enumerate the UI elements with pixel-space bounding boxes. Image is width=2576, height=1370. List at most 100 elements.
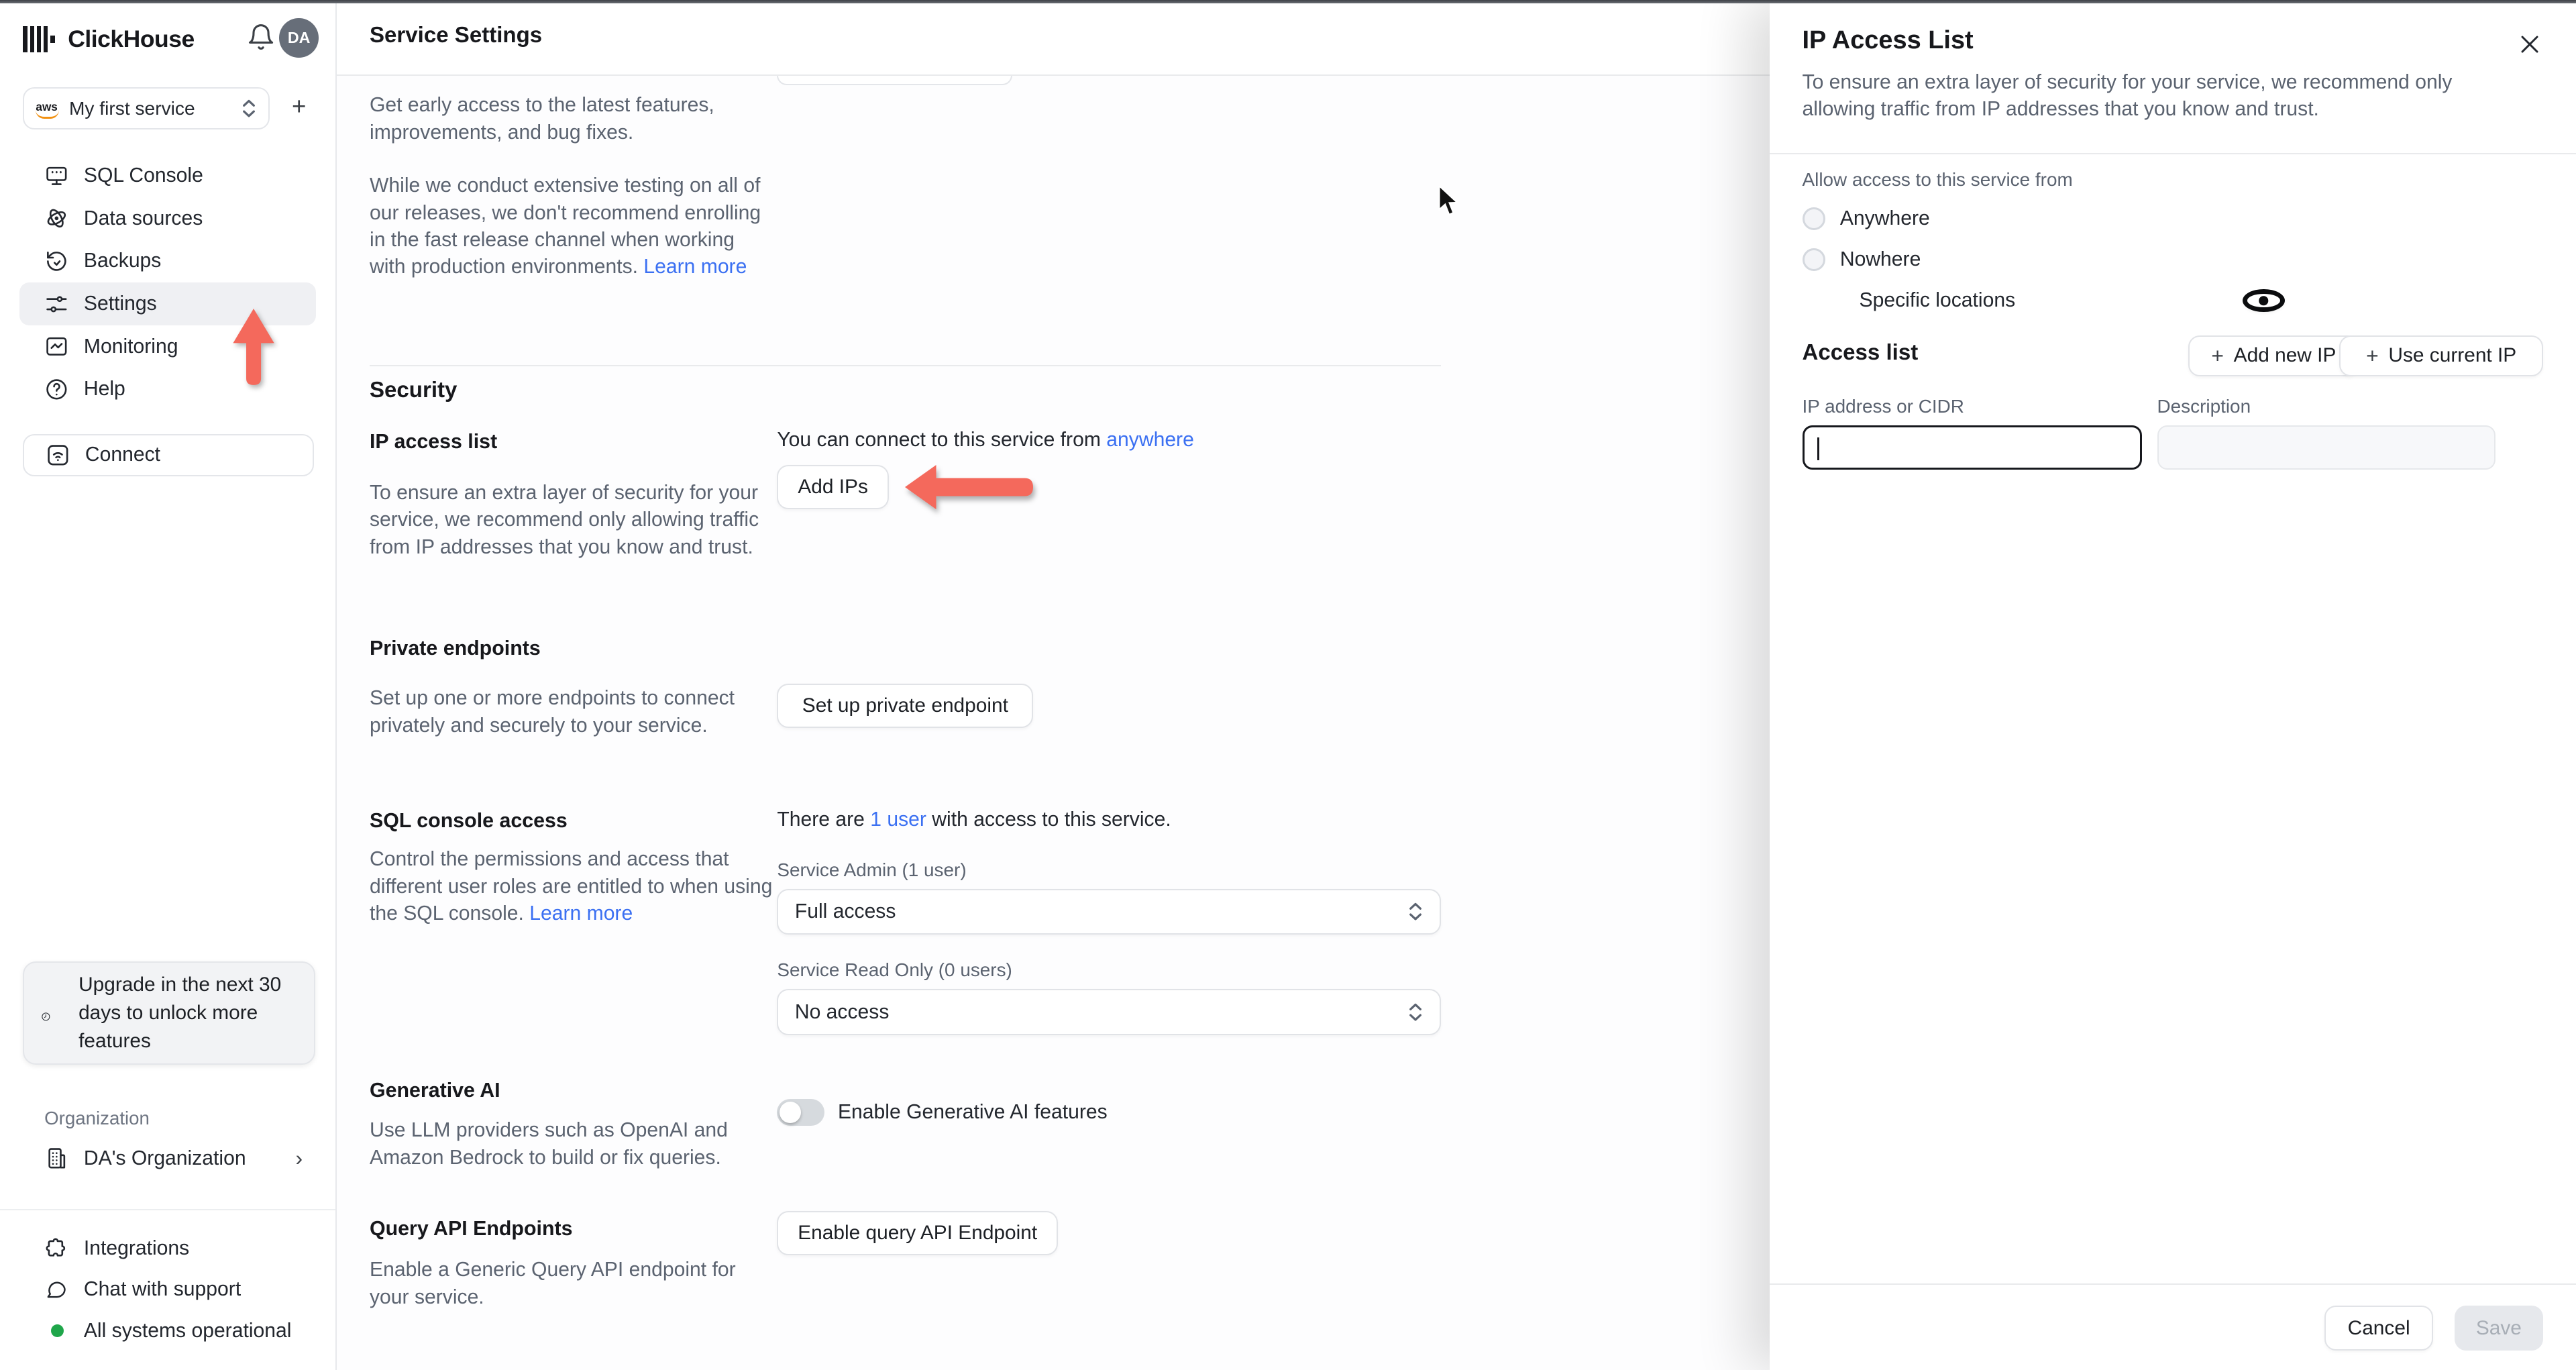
window-top-edge — [0, 0, 2576, 3]
generative-ai-toggle[interactable] — [777, 1099, 825, 1126]
use-current-ip-button[interactable]: + Use current IP — [2339, 335, 2544, 376]
service-readonly-select[interactable]: No access — [777, 989, 1441, 1035]
drawer-divider — [1769, 152, 2576, 154]
close-icon[interactable] — [2515, 30, 2544, 59]
connect-button[interactable]: Connect — [23, 433, 314, 477]
service-admin-label: Service Admin (1 user) — [777, 859, 967, 880]
ip-access-list-title: IP access list — [370, 430, 498, 453]
main-header: Service Settings — [337, 0, 1770, 76]
clickhouse-logo-icon — [23, 26, 55, 53]
service-settings-content: Get early access to the latest features,… — [337, 75, 1770, 1370]
sidebar-item-chat-support[interactable]: Chat with support — [19, 1269, 315, 1312]
chat-bubble-icon — [44, 1277, 69, 1302]
mouse-cursor — [1438, 185, 1459, 216]
radio-selected-icon — [2242, 289, 2285, 313]
one-user-link[interactable]: 1 user — [870, 808, 926, 831]
generative-ai-desc: Use LLM providers such as OpenAI and Ama… — [370, 1119, 728, 1169]
security-divider — [370, 364, 1441, 366]
sidebar-item-backups[interactable]: Backups — [19, 240, 315, 283]
fast-release-paragraph-2: While we conduct extensive testing on al… — [370, 174, 761, 278]
sidebar-item-system-status[interactable]: All systems operational — [19, 1310, 315, 1353]
service-selector[interactable]: aws My first service — [23, 87, 270, 130]
ip-access-list-desc: To ensure an extra layer of security for… — [370, 482, 759, 558]
chevron-updown-icon — [1408, 902, 1423, 921]
aws-provider-icon: aws — [36, 99, 60, 118]
generative-ai-title: Generative AI — [370, 1079, 500, 1102]
enable-query-api-button[interactable]: Enable query API Endpoint — [777, 1210, 1059, 1255]
radio-anywhere[interactable]: Anywhere — [1802, 202, 1930, 235]
connect-icon — [46, 443, 70, 468]
fast-release-learn-more-link[interactable]: Learn more — [643, 256, 747, 278]
private-endpoints-desc: Set up one or more endpoints to connect … — [370, 687, 735, 737]
settings-sliders-icon — [44, 292, 69, 317]
help-question-icon — [44, 377, 69, 402]
radio-nowhere[interactable]: Nowhere — [1802, 243, 1921, 276]
add-ips-button[interactable]: Add IPs — [777, 465, 889, 510]
security-section-title: Security — [370, 378, 458, 403]
upgrade-notice[interactable]: Upgrade in the next 30 days to unlock mo… — [23, 961, 316, 1065]
drawer-title: IP Access List — [1802, 26, 1974, 55]
backups-history-icon — [44, 249, 69, 274]
brand: ClickHouse — [23, 19, 195, 59]
organization-name: DA's Organization — [83, 1147, 246, 1169]
radio-circle-icon — [1802, 207, 1825, 230]
radio-specific-locations[interactable]: Specific locations — [1803, 284, 2285, 317]
access-list-title: Access list — [1802, 339, 1919, 365]
organization-row[interactable]: DA's Organization › — [19, 1137, 315, 1180]
clickhouse-console: ClickHouse DA aws My first service + SQL… — [0, 0, 2576, 1370]
sidebar-item-integrations[interactable]: Integrations — [19, 1227, 315, 1270]
organization-building-icon — [44, 1146, 69, 1171]
scrolled-select-partial[interactable] — [777, 75, 1012, 86]
connect-from-line: You can connect to this service from any… — [777, 429, 1194, 452]
cancel-button[interactable]: Cancel — [2324, 1306, 2433, 1351]
sql-console-icon — [44, 164, 69, 189]
ip-address-label: IP address or CIDR — [1802, 396, 1964, 417]
description-input[interactable] — [2157, 425, 2496, 470]
sidebar-item-sql-console[interactable]: SQL Console — [19, 154, 315, 197]
upgrade-notice-text: Upgrade in the next 30 days to unlock mo… — [78, 973, 282, 1052]
sql-console-access-desc: Control the permissions and access that … — [370, 848, 773, 925]
setup-private-endpoint-button[interactable]: Set up private endpoint — [777, 683, 1034, 728]
sidebar-item-data-sources[interactable]: Data sources — [19, 197, 315, 240]
query-api-endpoints-title: Query API Endpoints — [370, 1217, 573, 1240]
anywhere-link[interactable]: anywhere — [1106, 429, 1194, 451]
sidebar: ClickHouse DA aws My first service + SQL… — [0, 0, 337, 1370]
user-avatar[interactable]: DA — [279, 17, 319, 58]
add-service-button[interactable]: + — [282, 91, 315, 123]
description-label: Description — [2157, 396, 2251, 417]
service-readonly-label: Service Read Only (0 users) — [777, 959, 1012, 981]
sql-access-learn-more-link[interactable]: Learn more — [529, 902, 633, 925]
private-endpoints-title: Private endpoints — [370, 637, 541, 660]
brand-name: ClickHouse — [68, 25, 195, 53]
text-caret — [1817, 437, 1819, 461]
chevron-updown-icon — [1408, 1002, 1423, 1022]
organization-section-label: Organization — [44, 1107, 150, 1128]
annotation-arrow-add-ips — [905, 465, 1034, 510]
plus-icon: + — [2211, 343, 2224, 368]
sql-users-line: There are 1 user with access to this ser… — [777, 808, 1171, 831]
plus-icon: + — [2366, 343, 2379, 368]
page-title: Service Settings — [370, 23, 543, 48]
service-admin-select[interactable]: Full access — [777, 888, 1441, 935]
monitoring-chart-icon — [44, 334, 69, 359]
service-selector-label: My first service — [68, 97, 195, 119]
add-new-ip-button[interactable]: + Add new IP — [2188, 335, 2359, 376]
save-button-disabled[interactable]: Save — [2454, 1306, 2544, 1351]
ip-access-list-drawer: IP Access List To ensure an extra layer … — [1769, 0, 2576, 1370]
data-sources-icon — [44, 206, 69, 231]
query-api-endpoints-desc: Enable a Generic Query API endpoint for … — [370, 1259, 736, 1308]
connect-label: Connect — [85, 443, 161, 466]
ip-address-input[interactable] — [1802, 425, 2143, 470]
annotation-arrow-settings — [233, 309, 274, 386]
clock-icon — [41, 1002, 64, 1024]
sql-console-access-title: SQL console access — [370, 810, 568, 833]
allow-access-label: Allow access to this service from — [1802, 169, 2073, 191]
drawer-footer: Cancel Save — [1769, 1283, 2576, 1370]
notifications-bell-icon[interactable] — [246, 23, 276, 52]
integrations-puzzle-icon — [44, 1236, 69, 1261]
chevron-updown-icon — [241, 99, 256, 118]
fast-release-paragraph-1: Get early access to the latest features,… — [370, 94, 714, 144]
generative-ai-toggle-label: Enable Generative AI features — [837, 1100, 1108, 1123]
status-ok-dot — [50, 1324, 64, 1338]
radio-circle-icon — [1802, 248, 1825, 272]
